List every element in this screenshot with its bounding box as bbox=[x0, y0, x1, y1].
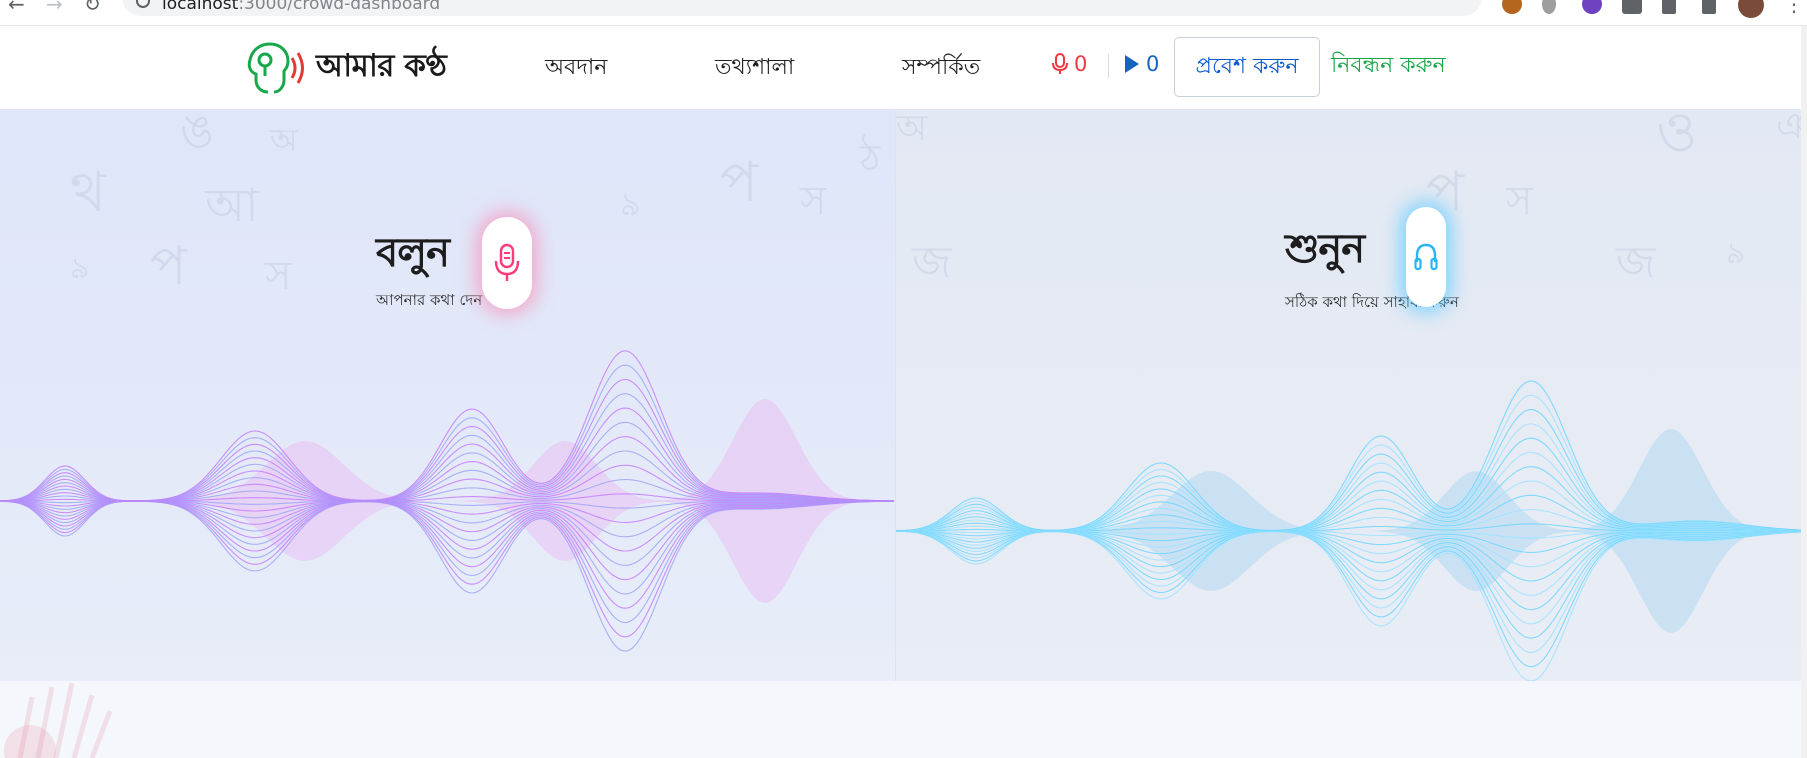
next-section bbox=[0, 681, 1807, 758]
pen-extension-icon[interactable] bbox=[1542, 0, 1556, 14]
site-header: আমার কণ্ঠ অবদান তথ্যশালা সম্পর্কিত 0 0 প… bbox=[0, 26, 1807, 109]
forward-icon[interactable]: → bbox=[46, 0, 63, 16]
speak-waveform-illustration bbox=[0, 350, 895, 652]
extension-icon[interactable] bbox=[1502, 0, 1522, 14]
brand-name: আমার কণ্ঠ bbox=[316, 48, 447, 84]
nav-datasets[interactable]: তথ্যশালা bbox=[715, 50, 794, 87]
microphone-icon bbox=[1052, 53, 1068, 74]
login-button[interactable]: প্রবেশ করুন bbox=[1174, 37, 1320, 97]
speak-counter: 0 bbox=[1052, 52, 1087, 76]
reload-icon[interactable]: ↻ bbox=[84, 0, 101, 16]
address-bar[interactable]: localhost:3000/crowd-dashboard ⇱ ☆ bbox=[122, 0, 1482, 16]
nav-contribute[interactable]: অবদান bbox=[545, 50, 607, 87]
nav-about[interactable]: সম্পর্কিত bbox=[902, 50, 980, 87]
speak-count: 0 bbox=[1074, 52, 1088, 76]
play-icon bbox=[1125, 55, 1139, 73]
menu-kebab-icon[interactable]: ⋮ bbox=[1784, 0, 1804, 16]
media-icon[interactable] bbox=[1662, 0, 1676, 14]
listen-waveform-illustration bbox=[896, 380, 1807, 681]
decorative-illustration bbox=[4, 682, 113, 758]
site-info-icon[interactable] bbox=[136, 0, 150, 8]
browser-toolbar: ← → ↻ localhost:3000/crowd-dashboard ⇱ ☆… bbox=[0, 0, 1807, 26]
logo-head-icon bbox=[247, 42, 304, 94]
listen-card[interactable]: অ ঞ ও প স জ জ ৯ শুনুন সঠিক কথা দিয়ে সাহ… bbox=[895, 109, 1807, 681]
listen-count: 0 bbox=[1146, 52, 1160, 76]
extension-icon[interactable] bbox=[1582, 0, 1602, 14]
brand-logo[interactable]: আমার কণ্ঠ bbox=[238, 40, 447, 96]
back-icon[interactable]: ← bbox=[8, 0, 25, 16]
puzzle-icon[interactable] bbox=[1622, 0, 1642, 14]
register-link[interactable]: নিবন্ধন করুন bbox=[1331, 48, 1446, 85]
speak-card[interactable]: ঙ অ থ আ প স ঠ ৯ প স ৯ বলুন আপনার কথা দেন bbox=[0, 109, 895, 681]
scrollbar[interactable] bbox=[1801, 26, 1807, 758]
listen-counter: 0 bbox=[1124, 52, 1159, 76]
divider bbox=[1108, 54, 1109, 78]
avatar[interactable] bbox=[1738, 0, 1764, 18]
tab-icon[interactable] bbox=[1702, 0, 1716, 14]
url-text: localhost:3000/crowd-dashboard bbox=[162, 0, 441, 14]
